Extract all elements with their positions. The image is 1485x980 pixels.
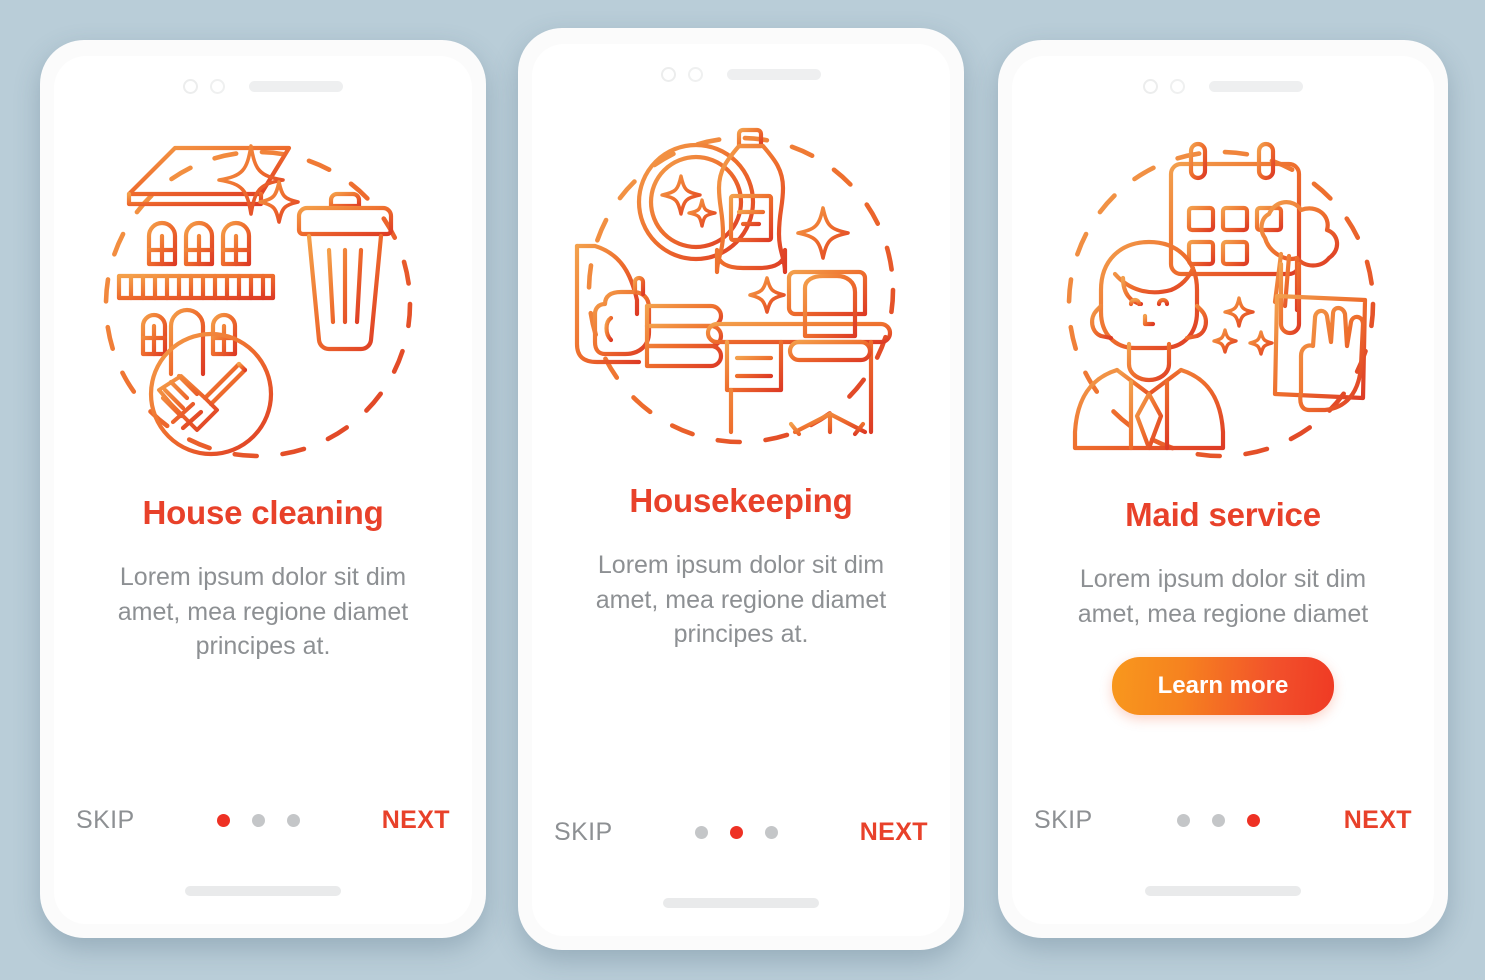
home-indicator-row-1 (54, 858, 472, 924)
pagination-dot-2[interactable] (729, 825, 743, 839)
pagination-dot-3[interactable] (286, 813, 300, 827)
screen-house-cleaning: House cleaning Lorem ipsum dolor sit dim… (54, 56, 472, 924)
nav-row-2: SKIP NEXT (532, 794, 950, 870)
camera-dot-icon (661, 66, 676, 82)
pagination-dot-2[interactable] (1211, 813, 1225, 827)
next-button[interactable]: NEXT (860, 818, 928, 847)
camera-dot-icon (1143, 78, 1158, 94)
speaker-grille-icon (249, 80, 343, 92)
screen-housekeeping: Housekeeping Lorem ipsum dolor sit dim a… (532, 44, 950, 936)
pagination-dots (694, 825, 778, 839)
page-body-text: Lorem ipsum dolor sit dim amet, mea regi… (1077, 565, 1369, 628)
page-body-text: Lorem ipsum dolor sit dim amet, mea regi… (117, 563, 409, 660)
onboarding-screens-stage: House cleaning Lorem ipsum dolor sit dim… (0, 0, 1485, 980)
text-content-3: Maid service Lorem ipsum dolor sit dim a… (1012, 486, 1434, 760)
page-title: Housekeeping (629, 482, 853, 519)
phone-topbar-3 (1012, 56, 1434, 116)
next-button[interactable]: NEXT (382, 806, 450, 835)
screen-maid-service: Maid service Lorem ipsum dolor sit dim a… (1012, 56, 1434, 924)
home-indicator-row-2 (532, 870, 950, 936)
text-content-1: House cleaning Lorem ipsum dolor sit dim… (54, 486, 472, 748)
phone-frame-3: Maid service Lorem ipsum dolor sit dim a… (998, 40, 1448, 938)
camera-dot-icon (183, 78, 198, 94)
nav-row-3: SKIP NEXT (1012, 782, 1434, 858)
housekeeping-illustration (532, 104, 950, 474)
pagination-dots (216, 813, 300, 827)
phone-frame-2: Housekeeping Lorem ipsum dolor sit dim a… (518, 28, 964, 950)
page-title: House cleaning (142, 494, 384, 531)
next-button[interactable]: NEXT (1344, 806, 1412, 835)
house-cleaning-illustration (54, 116, 472, 486)
speaker-grille-icon (727, 68, 821, 80)
sensor-dot-icon (210, 78, 225, 94)
pagination-dot-1[interactable] (694, 825, 708, 839)
pagination-dots (1176, 813, 1260, 827)
pagination-dot-3[interactable] (1246, 813, 1260, 827)
skip-button[interactable]: SKIP (1034, 806, 1093, 835)
skip-button[interactable]: SKIP (554, 818, 613, 847)
page-title: Maid service (1125, 496, 1321, 533)
home-indicator-bar[interactable] (1145, 886, 1301, 896)
pagination-dot-1[interactable] (1176, 813, 1190, 827)
maid-service-illustration (1012, 116, 1434, 486)
speaker-grille-icon (1209, 80, 1303, 92)
sensor-dot-icon (688, 66, 703, 82)
phone-frame-1: House cleaning Lorem ipsum dolor sit dim… (40, 40, 486, 938)
phone-topbar-2 (532, 44, 950, 104)
home-indicator-bar[interactable] (663, 898, 819, 908)
nav-row-1: SKIP NEXT (54, 782, 472, 858)
pagination-dot-2[interactable] (251, 813, 265, 827)
learn-more-button[interactable]: Learn more (1111, 657, 1335, 715)
skip-button[interactable]: SKIP (76, 806, 135, 835)
pagination-dot-3[interactable] (764, 825, 778, 839)
pagination-dot-1[interactable] (216, 813, 230, 827)
page-body-text: Lorem ipsum dolor sit dim amet, mea regi… (595, 551, 887, 648)
home-indicator-row-3 (1012, 858, 1434, 924)
sensor-dot-icon (1170, 78, 1185, 94)
phone-topbar-1 (54, 56, 472, 116)
home-indicator-bar[interactable] (185, 886, 341, 896)
text-content-2: Housekeeping Lorem ipsum dolor sit dim a… (532, 474, 950, 762)
